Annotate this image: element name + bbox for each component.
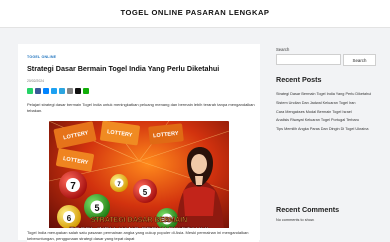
search-input[interactable] bbox=[276, 54, 341, 65]
email-icon[interactable] bbox=[67, 88, 73, 94]
search-label: Search bbox=[276, 47, 290, 52]
ball-number: 5 bbox=[143, 188, 148, 197]
share-icon[interactable] bbox=[83, 88, 89, 94]
ball-number: 7 bbox=[70, 181, 76, 192]
recent-post-link[interactable]: Sistem Undian Dan Jadwal Keluaran Togel … bbox=[276, 101, 388, 107]
hero-caption-line-1: STRATEGI DASAR BERMAIN bbox=[91, 217, 187, 224]
post-featured-image: LOTTERY LOTTERY LOTTERY LOTTERY 7 5 6 5 … bbox=[49, 121, 229, 242]
recent-post-link[interactable]: Cara Mengakses Modal Bermain Togel Israe… bbox=[276, 110, 388, 116]
twitter-icon[interactable] bbox=[51, 88, 57, 94]
site-title[interactable]: TOGEL ONLINE PASARAN LENGKAP bbox=[0, 8, 390, 17]
recent-post-link[interactable]: Tips Memilih Angka Paras Dan Dingin Di T… bbox=[276, 127, 388, 133]
x-icon[interactable] bbox=[75, 88, 81, 94]
whatsapp-icon[interactable] bbox=[27, 88, 33, 94]
ball-number: 6 bbox=[67, 214, 72, 223]
recent-comments-title: Recent Comments bbox=[276, 205, 340, 214]
recent-post-link[interactable]: Analisis Riwayat Keluaran Togel Portugal… bbox=[276, 118, 388, 124]
recent-posts-title: Recent Posts bbox=[276, 75, 322, 84]
post-title: Strategi Dasar Bermain Togel India Yang … bbox=[27, 64, 220, 73]
recent-post-link[interactable]: Strategi Dasar Bermain Togel India Yang … bbox=[276, 92, 388, 98]
no-comments-text: No comments to show. bbox=[276, 218, 315, 222]
facebook-icon[interactable] bbox=[35, 88, 41, 94]
post-article: TOGEL ONLINE Strategi Dasar Bermain Toge… bbox=[18, 44, 260, 242]
site-header: TOGEL ONLINE PASARAN LENGKAP bbox=[0, 0, 390, 28]
lottery-illustration: LOTTERY LOTTERY LOTTERY LOTTERY 7 5 6 5 … bbox=[49, 121, 229, 242]
telegram-icon[interactable] bbox=[59, 88, 65, 94]
search-button[interactable]: Search bbox=[343, 54, 376, 66]
post-category-link[interactable]: TOGEL ONLINE bbox=[27, 55, 56, 59]
post-date[interactable]: 20/02/2024 bbox=[27, 79, 44, 83]
recent-posts-list: Strategi Dasar Bermain Togel India Yang … bbox=[276, 92, 388, 136]
messenger-icon[interactable] bbox=[43, 88, 49, 94]
sidebar: Search Search Recent Posts Strategi Dasa… bbox=[272, 44, 390, 240]
share-buttons bbox=[27, 88, 89, 94]
post-intro: Pelajari strategi dasar bermain Togel In… bbox=[27, 102, 255, 113]
ball-number: 5 bbox=[94, 203, 99, 213]
